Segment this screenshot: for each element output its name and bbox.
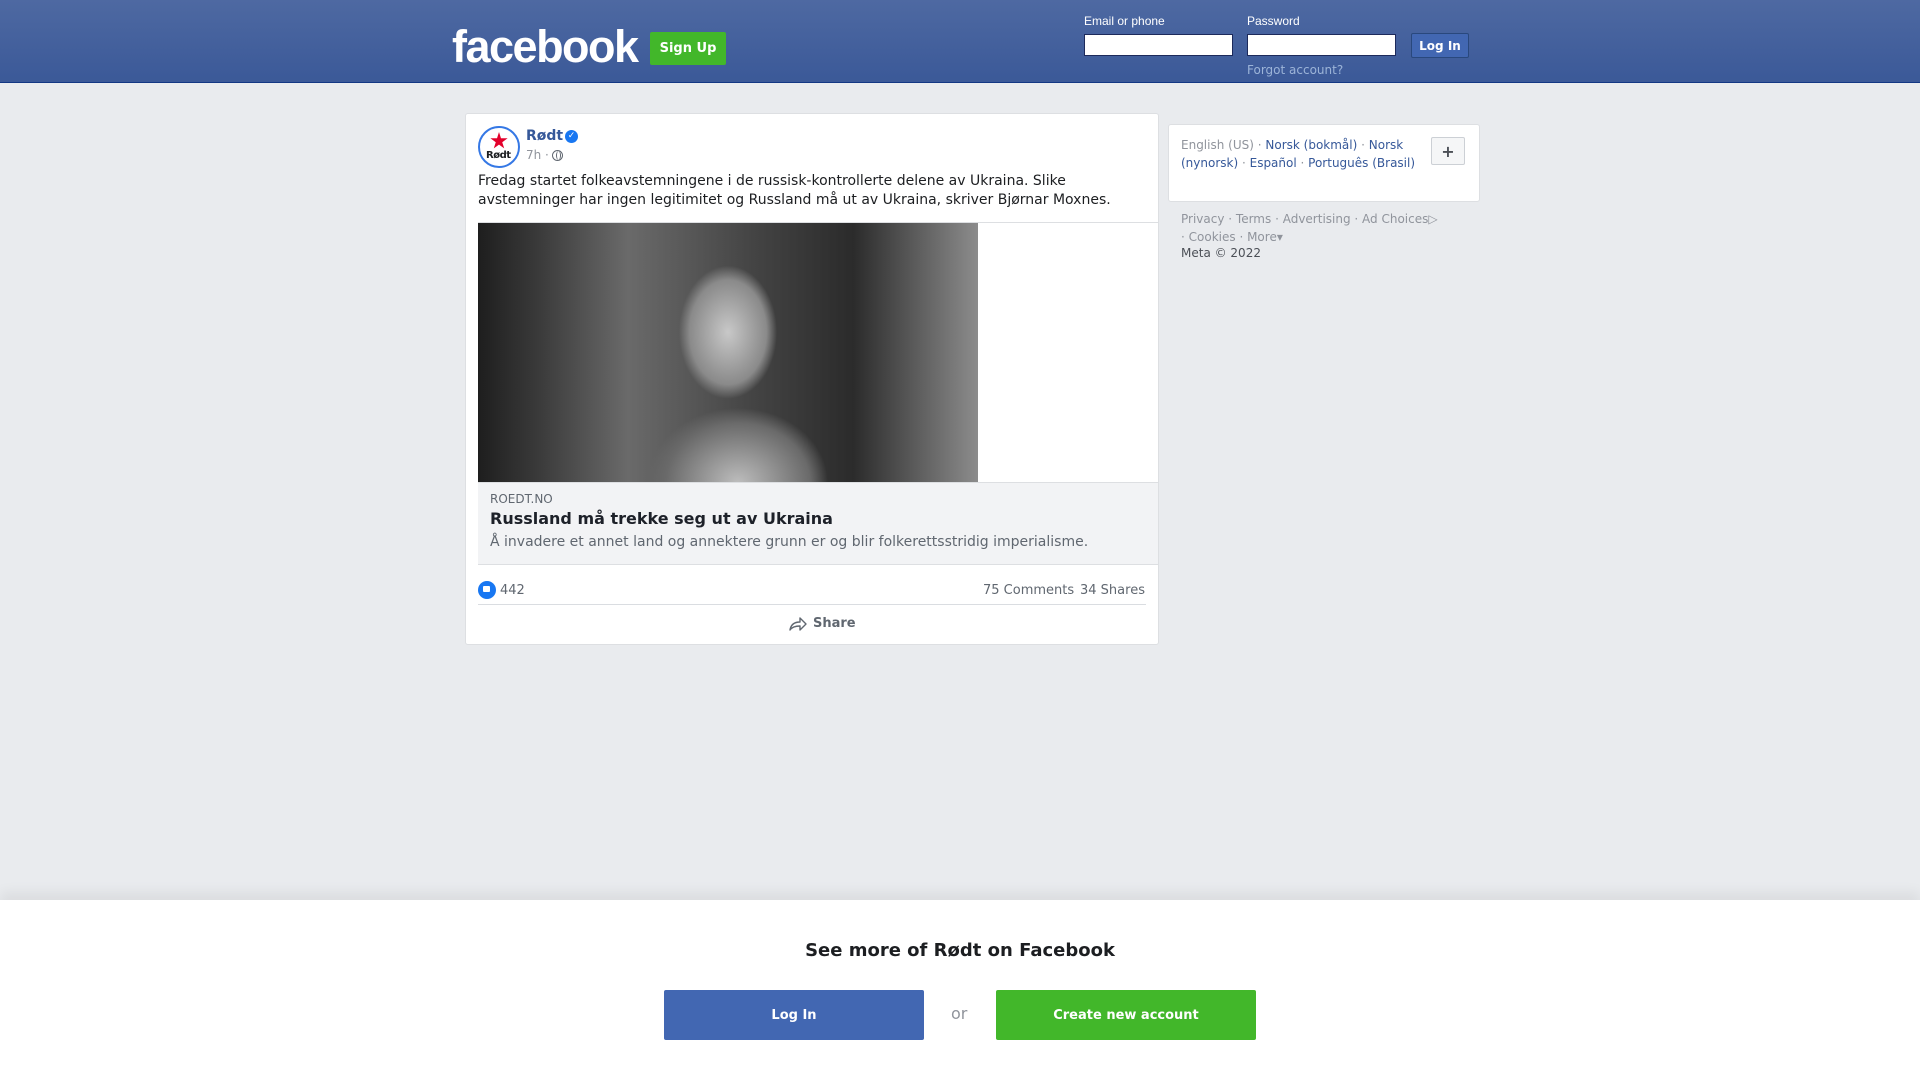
language-list: English (US) · Norsk (bokmål) · Norsk (n… bbox=[1181, 138, 1416, 170]
log-in-button-large[interactable]: Log In bbox=[664, 990, 924, 1040]
language-option[interactable]: Norsk (bokmål) bbox=[1265, 138, 1357, 152]
link-title[interactable]: Russland må trekke seg ut av Ukraina bbox=[490, 509, 833, 528]
footer-link-terms[interactable]: Terms bbox=[1236, 212, 1271, 226]
link-preview[interactable]: ROEDT.NO Russland må trekke seg ut av Uk… bbox=[478, 482, 1158, 565]
ad-choices-icon: ▷ bbox=[1428, 212, 1438, 226]
footer-link-cookies[interactable]: Cookies bbox=[1189, 230, 1236, 244]
globe-icon bbox=[552, 150, 563, 161]
divider bbox=[478, 604, 1146, 605]
post-text: Fredag startet folkeavstemningene i de r… bbox=[478, 173, 1111, 208]
top-navigation-bar: facebook Sign Up Email or phone Password… bbox=[0, 0, 1920, 83]
share-label: Share bbox=[813, 616, 856, 631]
link-domain: ROEDT.NO bbox=[490, 492, 553, 506]
language-option[interactable]: Português (Brasil) bbox=[1308, 156, 1415, 170]
current-language: English (US) bbox=[1181, 138, 1254, 152]
footer-links: Privacy · Terms · Advertising · Ad Choic… bbox=[1181, 212, 1438, 244]
footer-link-privacy[interactable]: Privacy bbox=[1181, 212, 1224, 226]
footer-link-ad-choices[interactable]: Ad Choices bbox=[1362, 212, 1428, 226]
page-name-link[interactable]: Rødt bbox=[526, 128, 563, 144]
like-reaction-icon[interactable] bbox=[478, 581, 496, 599]
page-avatar[interactable]: Rødt bbox=[478, 126, 520, 168]
share-button[interactable]: Share bbox=[789, 616, 856, 631]
language-selector: English (US) · Norsk (bokmål) · Norsk (n… bbox=[1168, 124, 1480, 202]
dropdown-caret-icon: ▾ bbox=[1276, 230, 1283, 244]
password-input[interactable] bbox=[1247, 34, 1396, 56]
footer-link-more[interactable]: More bbox=[1247, 230, 1277, 244]
see-more-heading: See more of Rødt on Facebook bbox=[805, 940, 1115, 961]
create-account-button[interactable]: Create new account bbox=[996, 990, 1256, 1040]
link-preview-photo[interactable] bbox=[478, 223, 978, 483]
login-prompt-bar: See more of Rødt on Facebook Log In or C… bbox=[0, 900, 1920, 1080]
like-count[interactable]: 442 bbox=[500, 583, 525, 598]
star-icon bbox=[490, 132, 508, 149]
forgot-account-link[interactable]: Forgot account? bbox=[1247, 63, 1343, 77]
link-preview-image-area[interactable] bbox=[478, 222, 1158, 483]
post-timestamp[interactable]: 7h · bbox=[526, 148, 549, 162]
facebook-logo[interactable]: facebook bbox=[452, 22, 639, 72]
email-label: Email or phone bbox=[1084, 14, 1165, 28]
avatar-logo-text: Rødt bbox=[486, 150, 511, 161]
post-card: Rødt Rødt ✓ 7h · Fredag startet folkeavs… bbox=[465, 113, 1159, 645]
comments-count[interactable]: 75 Comments bbox=[983, 583, 1074, 598]
verified-badge-icon: ✓ bbox=[565, 130, 578, 143]
share-arrow-icon bbox=[789, 616, 807, 631]
password-label: Password bbox=[1247, 14, 1300, 28]
copyright: Meta © 2022 bbox=[1181, 246, 1261, 260]
shares-count[interactable]: 34 Shares bbox=[1080, 583, 1145, 598]
more-languages-button[interactable]: + bbox=[1431, 137, 1465, 165]
sign-up-button[interactable]: Sign Up bbox=[650, 32, 726, 65]
footer-link-advertising[interactable]: Advertising bbox=[1283, 212, 1351, 226]
or-separator: or bbox=[951, 1004, 968, 1023]
language-option[interactable]: Español bbox=[1250, 156, 1297, 170]
log-in-button[interactable]: Log In bbox=[1411, 33, 1469, 58]
email-input[interactable] bbox=[1084, 34, 1233, 56]
link-description: Å invadere et annet land og annektere gr… bbox=[490, 534, 1089, 550]
